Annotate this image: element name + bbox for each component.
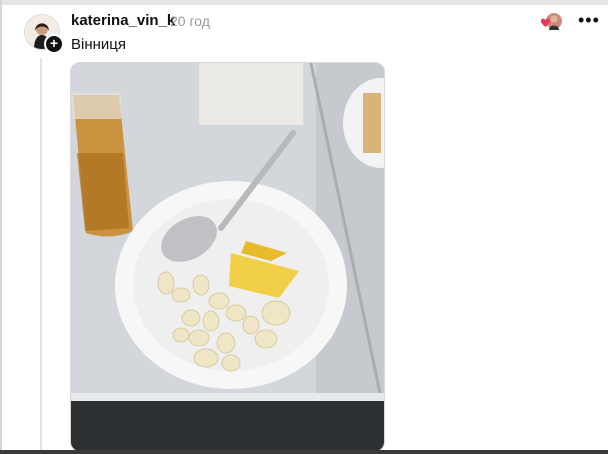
follow-plus-icon[interactable]: + (44, 34, 64, 54)
more-icon[interactable]: ••• (578, 10, 600, 31)
post-location: Вінниця (71, 36, 126, 53)
liked-avatar-icon[interactable] (540, 12, 562, 32)
window-top-bar (0, 0, 608, 5)
thread-line (40, 58, 42, 450)
post-time[interactable]: 20 год (170, 13, 210, 29)
window-left-edge (0, 0, 2, 454)
post-photo[interactable] (70, 62, 385, 452)
author-avatar[interactable]: + (24, 14, 64, 54)
window-bottom-edge (0, 450, 608, 454)
post-actions: ••• (540, 10, 600, 32)
username[interactable]: katerina_vin_k (71, 12, 175, 29)
